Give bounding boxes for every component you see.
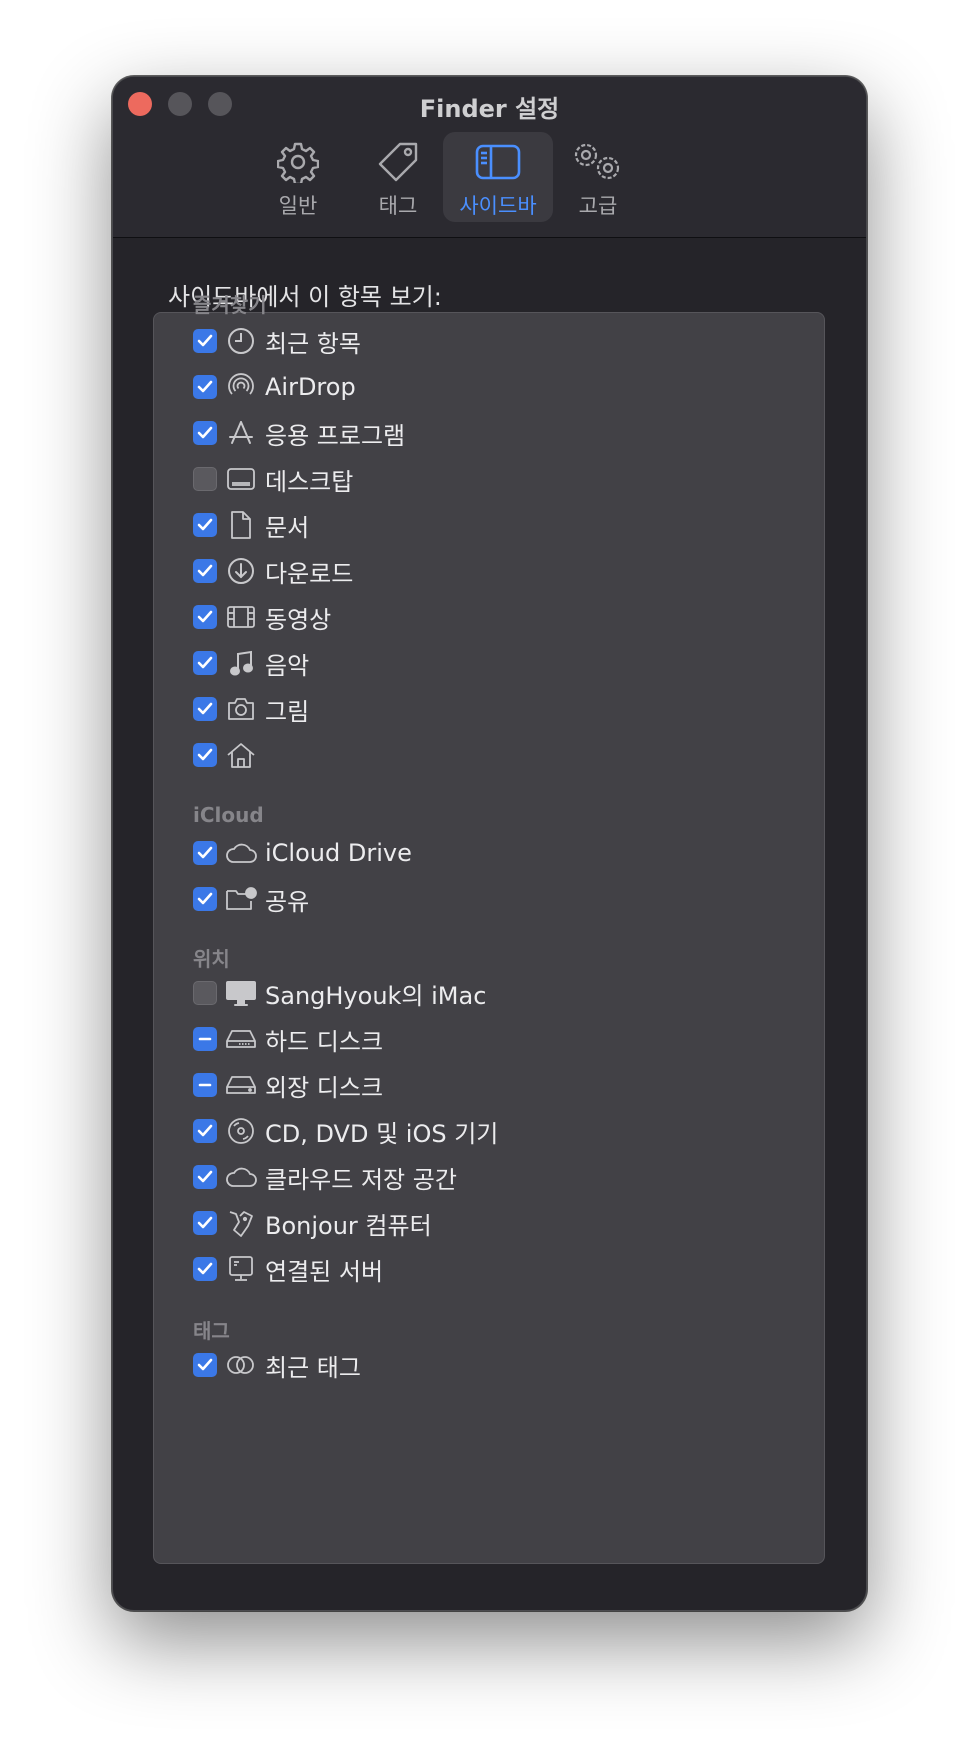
airdrop-icon: [225, 371, 257, 403]
tab-sidebar[interactable]: 사이드바: [443, 132, 553, 222]
list-item-documents[interactable]: 문서: [193, 505, 309, 545]
item-label: 동영상: [265, 605, 332, 634]
checkbox[interactable]: [193, 1165, 217, 1189]
hard-disk-icon: [225, 1023, 257, 1055]
checkbox[interactable]: [193, 375, 217, 399]
item-label: 문서: [265, 513, 310, 542]
list-item-bonjour[interactable]: Bonjour 컴퓨터: [193, 1203, 432, 1243]
list-item-hard-disks[interactable]: 하드 디스크: [193, 1019, 383, 1059]
group-header-tags: 태그: [193, 1319, 230, 1343]
item-label: 다운로드: [265, 559, 354, 588]
music-note-icon: [225, 647, 257, 679]
list-item-icloud-drive[interactable]: iCloud Drive: [193, 833, 412, 873]
tab-label: 고급: [578, 194, 618, 218]
applications-icon: [225, 417, 257, 449]
camera-icon: [225, 693, 257, 725]
list-item-connected-servers[interactable]: 연결된 서버: [193, 1249, 383, 1289]
cloud-icon: [225, 1161, 257, 1193]
bonjour-icon: [225, 1207, 257, 1239]
item-label: 연결된 서버: [265, 1257, 384, 1286]
list-item-cd-dvd-ios[interactable]: CD, DVD 및 iOS 기기: [193, 1111, 498, 1151]
item-label: 음악: [265, 651, 310, 680]
item-label: iCloud Drive: [265, 839, 412, 867]
disc-icon: [225, 1115, 257, 1147]
checkbox[interactable]: [193, 887, 217, 911]
tags-circles-icon: [225, 1349, 257, 1381]
external-disk-icon: [225, 1069, 257, 1101]
item-label: Bonjour 컴퓨터: [265, 1211, 432, 1240]
item-label: 데스크탑: [265, 467, 354, 496]
clock-icon: [225, 325, 257, 357]
tab-advanced[interactable]: 고급: [543, 132, 653, 222]
list-item-home[interactable]: [193, 735, 265, 775]
server-icon: [225, 1253, 257, 1285]
item-label: 최근 태그: [265, 1353, 361, 1382]
tab-tags[interactable]: 태그: [343, 132, 453, 222]
finder-settings-window: Finder 설정 일반 태그 사이드바 고급 사이드바에서 이 항목 보기: …: [112, 76, 867, 1611]
tab-label: 사이드바: [459, 194, 537, 218]
list-item-applications[interactable]: 응용 프로그램: [193, 413, 405, 453]
list-item-recent-tags[interactable]: 최근 태그: [193, 1345, 361, 1385]
tab-label: 일반: [278, 194, 318, 218]
checkbox[interactable]: [193, 1027, 217, 1051]
checkbox[interactable]: [193, 1257, 217, 1281]
item-label: 최근 항목: [265, 329, 361, 358]
home-icon: [225, 739, 257, 771]
group-header-favorites: 즐겨찾기: [193, 293, 267, 317]
item-label: 그림: [265, 697, 310, 726]
desktop-icon: [225, 463, 257, 495]
shared-folder-icon: [225, 883, 257, 915]
item-label: CD, DVD 및 iOS 기기: [265, 1119, 499, 1148]
titlebar: Finder 설정 일반 태그 사이드바 고급: [113, 77, 866, 238]
checkbox[interactable]: [193, 559, 217, 583]
checkbox[interactable]: [193, 421, 217, 445]
group-header-locations: 위치: [193, 947, 230, 971]
list-item-shared[interactable]: 공유: [193, 879, 309, 919]
list-item-downloads[interactable]: 다운로드: [193, 551, 353, 591]
tag-icon: [343, 138, 453, 186]
tab-label: 태그: [378, 194, 418, 218]
imac-icon: [225, 977, 257, 1009]
checkbox[interactable]: [193, 1119, 217, 1143]
sidebar-icon: [443, 138, 553, 186]
list-item-recents[interactable]: 최근 항목: [193, 321, 361, 361]
list-item-external-disks[interactable]: 외장 디스크: [193, 1065, 383, 1105]
item-label: 외장 디스크: [265, 1073, 384, 1102]
item-label: 클라우드 저장 공간: [265, 1165, 457, 1194]
list-item-desktop[interactable]: 데스크탑: [193, 459, 353, 499]
checkbox[interactable]: [193, 981, 217, 1005]
item-label: 응용 프로그램: [265, 421, 406, 450]
film-icon: [225, 601, 257, 633]
group-header-icloud: iCloud: [193, 803, 264, 827]
checkbox[interactable]: [193, 513, 217, 537]
list-item-imac[interactable]: SangHyouk의 iMac: [193, 973, 486, 1013]
item-label: 공유: [265, 887, 310, 916]
item-label: AirDrop: [265, 373, 356, 401]
list-item-cloud-storage[interactable]: 클라우드 저장 공간: [193, 1157, 457, 1197]
list-item-pictures[interactable]: 그림: [193, 689, 309, 729]
checkbox[interactable]: [193, 651, 217, 675]
checkbox[interactable]: [193, 743, 217, 767]
gears-icon: [543, 138, 653, 186]
tab-general[interactable]: 일반: [243, 132, 353, 222]
download-icon: [225, 555, 257, 587]
list-item-airdrop[interactable]: AirDrop: [193, 367, 356, 407]
checkbox[interactable]: [193, 841, 217, 865]
cloud-icon: [225, 837, 257, 869]
checkbox[interactable]: [193, 1211, 217, 1235]
list-item-music[interactable]: 음악: [193, 643, 309, 683]
item-label: 하드 디스크: [265, 1027, 384, 1056]
checkbox[interactable]: [193, 605, 217, 629]
checkbox[interactable]: [193, 467, 217, 491]
item-label: SangHyouk의 iMac: [265, 981, 487, 1010]
list-item-movies[interactable]: 동영상: [193, 597, 331, 637]
gear-icon: [243, 138, 353, 186]
checkbox[interactable]: [193, 697, 217, 721]
checkbox[interactable]: [193, 1073, 217, 1097]
document-icon: [225, 509, 257, 541]
checkbox[interactable]: [193, 329, 217, 353]
checkbox[interactable]: [193, 1353, 217, 1377]
window-title: Finder 설정: [419, 95, 560, 123]
